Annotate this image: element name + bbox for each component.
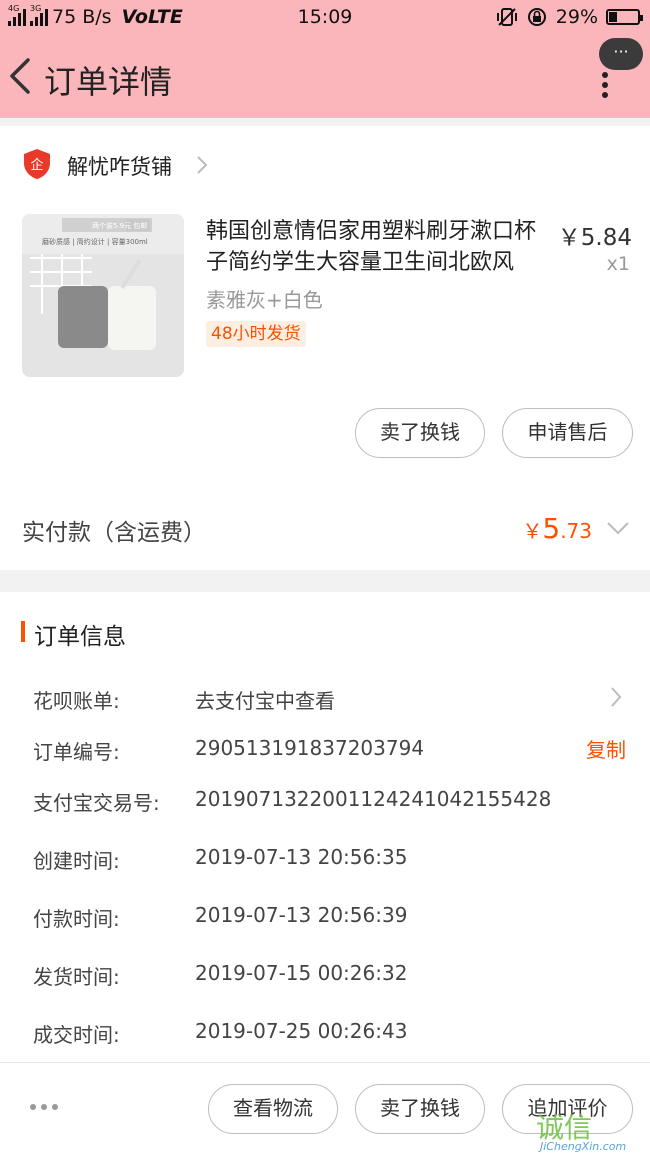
shipping-tag: 48小时发货	[206, 321, 306, 347]
paid-amount: ￥5.73	[522, 512, 592, 545]
huabei-value[interactable]: 去支付宝中查看	[195, 685, 335, 714]
after-sale-button[interactable]: 申请售后	[502, 408, 633, 458]
copy-button[interactable]: 复制	[586, 734, 626, 763]
image-banner-text: 两个装5.9元 包邮	[92, 221, 147, 230]
paid-time-value: 2019-07-13 20:56:39	[195, 903, 408, 927]
product-sku: 素雅灰+白色	[206, 288, 323, 312]
shipped-time-label: 发货时间:	[33, 965, 120, 989]
created-time-label: 创建时间:	[33, 849, 120, 873]
battery-percent: 29%	[555, 6, 598, 28]
sell-button[interactable]: 卖了换钱	[355, 408, 485, 458]
more-menu-icon[interactable]	[602, 72, 612, 98]
product-image[interactable]: 两个装5.9元 包邮 磨砂质感 | 简约设计 | 容量300ml	[22, 214, 184, 377]
shipped-time-value: 2019-07-15 00:26:32	[195, 961, 408, 985]
section-accent-bar	[21, 621, 25, 642]
shop-icon-label: 企	[30, 157, 43, 173]
order-number-label: 订单编号:	[33, 740, 120, 764]
chevron-right-icon[interactable]	[195, 155, 209, 175]
sell-button-bottom[interactable]: 卖了换钱	[355, 1084, 485, 1134]
more-dots-icon[interactable]	[30, 1104, 60, 1112]
huabei-label: 花呗账单:	[33, 689, 120, 713]
section-divider	[0, 118, 650, 126]
enterprise-shop-icon: 企	[24, 149, 50, 179]
paid-amount-label: 实付款（含运费）	[22, 520, 206, 546]
more-bubble[interactable]: ···	[599, 38, 643, 70]
product-image-illustration: 两个装5.9元 包邮 磨砂质感 | 简约设计 | 容量300ml	[22, 214, 184, 377]
product-title[interactable]: 韩国创意情侣家用塑料刷牙漱口杯子简约学生大容量卫生间北欧风	[206, 216, 536, 278]
paid-decimal: .73	[560, 519, 592, 543]
completed-time-value: 2019-07-25 00:26:43	[195, 1019, 408, 1043]
chevron-down-icon[interactable]	[606, 520, 630, 536]
status-right: 29%	[496, 6, 643, 28]
lock-rotation-icon	[527, 8, 546, 26]
created-time-value: 2019-07-13 20:56:35	[195, 845, 408, 869]
chevron-right-icon[interactable]	[609, 686, 623, 708]
image-caption-text: 磨砂质感 | 简约设计 | 容量300ml	[42, 237, 148, 246]
battery-icon	[606, 9, 643, 25]
paid-time-label: 付款时间:	[33, 907, 120, 931]
watermark: 诚信 JiChengXin.com	[532, 1106, 650, 1155]
status-bar: 4G 3G 75 B/s VoLTE 15:09 29%	[0, 0, 650, 36]
completed-time-label: 成交时间:	[33, 1023, 120, 1047]
alipay-trade-value: 2019071322001124241042155428	[195, 787, 552, 811]
view-logistics-button[interactable]: 查看物流	[208, 1084, 338, 1134]
alipay-trade-label: 支付宝交易号:	[33, 791, 160, 815]
section-divider-2	[0, 570, 650, 592]
page-title: 订单详情	[44, 63, 173, 101]
order-number-value: 290513191837203794	[195, 736, 425, 760]
product-price: ￥5.84	[557, 225, 632, 251]
back-arrow-icon[interactable]	[6, 56, 34, 96]
paid-currency: ￥	[522, 519, 543, 543]
vibrate-icon	[496, 8, 517, 26]
order-info-title: 订单信息	[34, 624, 126, 650]
watermark-en: JiChengXin.com	[540, 1140, 627, 1153]
product-quantity: x1	[606, 253, 630, 275]
shop-name[interactable]: 解忧咋货铺	[67, 151, 172, 181]
paid-integer: 5	[542, 512, 561, 545]
